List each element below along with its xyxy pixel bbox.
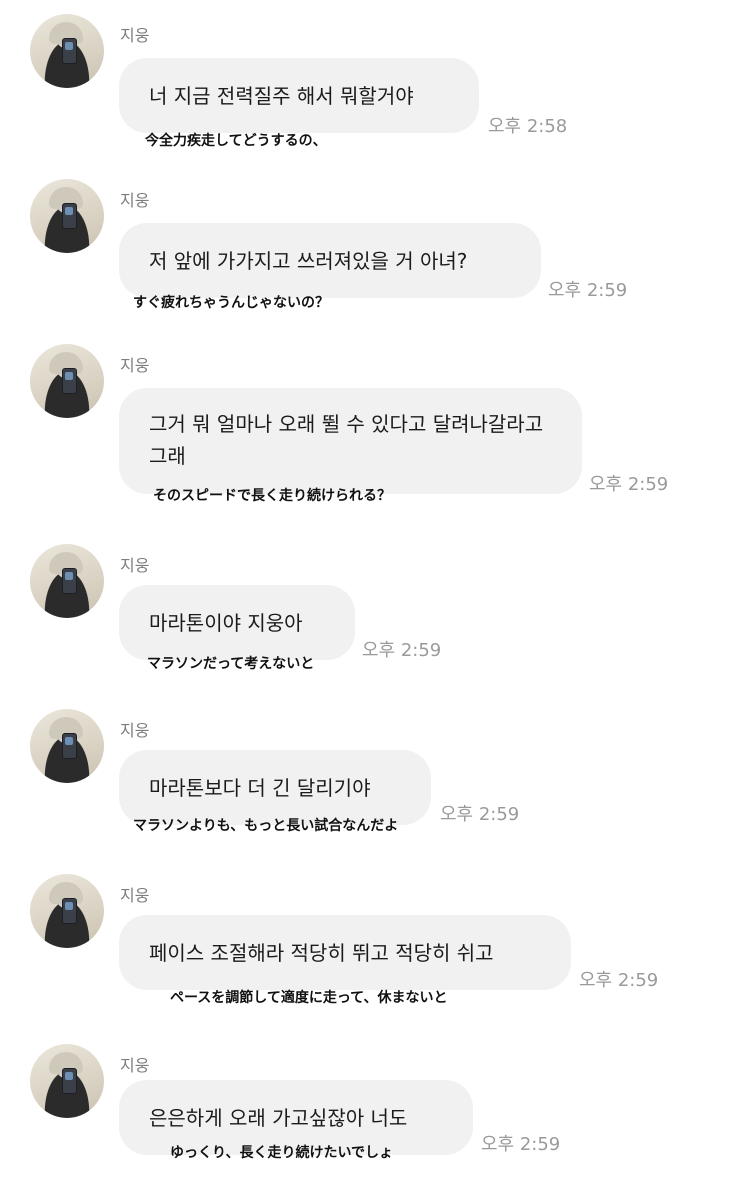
sender-name: 지웅 bbox=[120, 356, 150, 375]
avatar[interactable] bbox=[30, 14, 104, 88]
translation-caption: ゆっくり、長く走り続けたいでしょ bbox=[170, 1145, 394, 1161]
message-bubble[interactable]: 너 지금 전력질주 해서 뭐할거야 bbox=[119, 58, 479, 133]
message-time: 오후 2:59 bbox=[362, 640, 442, 661]
message-bubble[interactable]: 그거 뭐 얼마나 오래 뛸 수 있다고 달려나갈라고 그래 bbox=[119, 388, 582, 494]
message-time: 오후 2:59 bbox=[440, 804, 520, 825]
chat-message: 지웅 저 앞에 가가지고 쓰러져있을 거 아녀? 오후 2:59 すぐ疲れちゃう… bbox=[0, 165, 731, 330]
chat-message: 지웅 페이스 조절해라 적당히 뛰고 적당히 쉬고 오후 2:59 ペースを調節… bbox=[0, 860, 731, 1030]
translation-caption: そのスピードで長く走り続けられる？ bbox=[153, 488, 391, 504]
message-time: 오후 2:59 bbox=[579, 970, 659, 991]
translation-caption: マラソンだって考えないと bbox=[147, 656, 315, 672]
chat-message: 지웅 은은하게 오래 가고싶잖아 너도 오후 2:59 ゆっくり、長く走り続けた… bbox=[0, 1030, 731, 1200]
translation-caption: マラソンよりも、もっと長い試合なんだよ bbox=[133, 818, 399, 834]
sender-name: 지웅 bbox=[120, 26, 150, 45]
avatar[interactable] bbox=[30, 544, 104, 618]
message-time: 오후 2:59 bbox=[481, 1134, 561, 1155]
sender-name: 지웅 bbox=[120, 1056, 150, 1075]
message-time: 오후 2:58 bbox=[488, 116, 568, 137]
chat-message: 지웅 마라톤이야 지웅아 오후 2:59 マラソンだって考えないと bbox=[0, 530, 731, 695]
message-time: 오후 2:59 bbox=[589, 474, 669, 495]
avatar[interactable] bbox=[30, 709, 104, 783]
chat-message: 지웅 너 지금 전력질주 해서 뭐할거야 오후 2:58 今全力疾走してどうする… bbox=[0, 0, 731, 165]
avatar[interactable] bbox=[30, 874, 104, 948]
avatar[interactable] bbox=[30, 1044, 104, 1118]
message-bubble[interactable]: 페이스 조절해라 적당히 뛰고 적당히 쉬고 bbox=[119, 915, 571, 990]
avatar[interactable] bbox=[30, 344, 104, 418]
sender-name: 지웅 bbox=[120, 721, 150, 740]
message-bubble[interactable]: 마라톤이야 지웅아 bbox=[119, 585, 355, 660]
translation-caption: ペースを調節して適度に走って、休まないと bbox=[170, 990, 448, 1006]
avatar[interactable] bbox=[30, 179, 104, 253]
message-bubble[interactable]: 마라톤보다 더 긴 달리기야 bbox=[119, 750, 431, 825]
translation-caption: 今全力疾走してどうするの、 bbox=[145, 133, 327, 149]
sender-name: 지웅 bbox=[120, 556, 150, 575]
message-time: 오후 2:59 bbox=[548, 280, 628, 301]
message-bubble[interactable]: 저 앞에 가가지고 쓰러져있을 거 아녀? bbox=[119, 223, 541, 298]
chat-message: 지웅 그거 뭐 얼마나 오래 뛸 수 있다고 달려나갈라고 그래 오후 2:59… bbox=[0, 330, 731, 530]
sender-name: 지웅 bbox=[120, 191, 150, 210]
chat-message: 지웅 마라톤보다 더 긴 달리기야 오후 2:59 マラソンよりも、もっと長い試… bbox=[0, 695, 731, 860]
translation-caption: すぐ疲れちゃうんじゃないの？ bbox=[133, 295, 329, 311]
sender-name: 지웅 bbox=[120, 886, 150, 905]
